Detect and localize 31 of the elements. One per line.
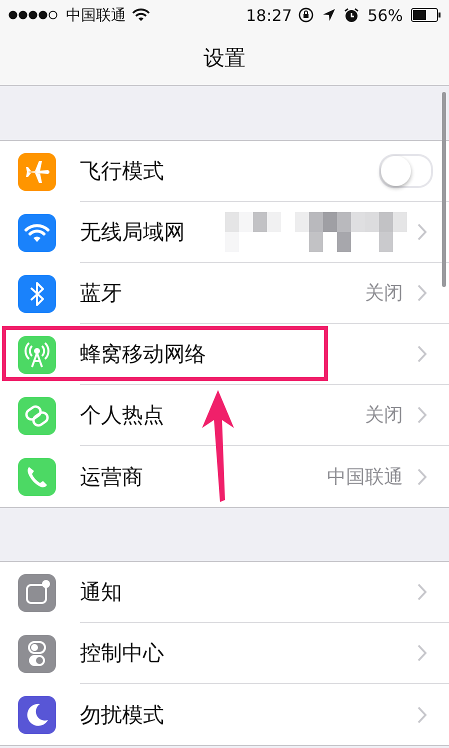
chevron-icon bbox=[417, 345, 427, 363]
alarm-icon bbox=[344, 8, 360, 22]
row-label: 个人热点 bbox=[80, 402, 164, 429]
location-icon bbox=[322, 8, 336, 22]
row-value: 中国联通 bbox=[327, 464, 403, 490]
toggle-switch[interactable] bbox=[379, 154, 433, 188]
carrier-name: 中国联通 bbox=[66, 6, 126, 24]
row-label: 无线局域网 bbox=[80, 219, 185, 246]
signal-icon bbox=[8, 10, 60, 20]
wifi-icon bbox=[132, 8, 150, 22]
page-title: 设置 bbox=[204, 44, 246, 72]
rotation-lock-icon bbox=[298, 7, 314, 23]
row-label: 蜂窝移动网络 bbox=[80, 341, 206, 368]
row-label: 勿扰模式 bbox=[80, 702, 164, 728]
chevron-icon bbox=[417, 583, 427, 601]
row-value: 关闭 bbox=[365, 281, 403, 306]
row-label: 控制中心 bbox=[80, 640, 164, 667]
chevron-icon bbox=[417, 644, 427, 662]
chevron-icon bbox=[417, 406, 427, 424]
row-label: 飞行模式 bbox=[80, 158, 164, 185]
status-time: 18:27 bbox=[246, 6, 292, 24]
chevron-icon bbox=[417, 284, 427, 302]
battery-percent: 56% bbox=[367, 6, 403, 24]
chevron-icon bbox=[417, 223, 427, 241]
row-label: 运营商 bbox=[80, 464, 143, 490]
chevron-icon bbox=[417, 706, 427, 724]
chevron-icon bbox=[417, 468, 427, 486]
row-value: 关闭 bbox=[365, 403, 403, 428]
battery-icon bbox=[411, 8, 441, 22]
row-label: 通知 bbox=[80, 579, 122, 606]
row-label: 蓝牙 bbox=[80, 280, 122, 307]
